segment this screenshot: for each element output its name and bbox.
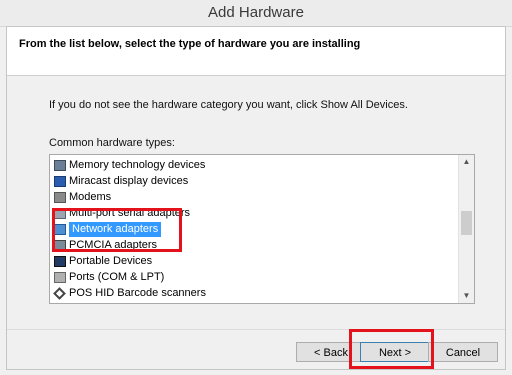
list-item[interactable]: POS HID Barcode scanners xyxy=(53,286,206,301)
ports-icon xyxy=(54,272,66,283)
list-item-selected[interactable]: Network adapters xyxy=(54,222,162,237)
barcode-scanner-icon xyxy=(53,287,66,300)
footer-divider xyxy=(7,329,505,330)
list-item[interactable]: Memory technology devices xyxy=(54,158,205,173)
list-item[interactable]: Multi-port serial adapters xyxy=(54,206,190,221)
header-instruction: From the list below, select the type of … xyxy=(19,38,361,50)
show-all-hint: If you do not see the hardware category … xyxy=(49,99,408,111)
wizard-dialog: From the list below, select the type of … xyxy=(6,26,506,370)
list-item[interactable]: Portable Devices xyxy=(54,254,152,269)
scroll-thumb[interactable] xyxy=(461,211,472,235)
window-title: Add Hardware xyxy=(0,0,512,27)
list-item[interactable]: Ports (COM & LPT) xyxy=(54,270,164,285)
list-item[interactable]: Miracast display devices xyxy=(54,174,188,189)
wizard-header: From the list below, select the type of … xyxy=(7,27,505,76)
back-button[interactable]: < Back xyxy=(296,342,366,362)
list-item[interactable]: Modems xyxy=(54,190,111,205)
network-adapter-icon xyxy=(54,224,66,235)
memory-icon xyxy=(54,160,66,171)
modem-icon xyxy=(54,192,66,203)
list-scrollbar[interactable]: ▲ ▼ xyxy=(458,155,474,303)
serial-adapter-icon xyxy=(54,208,66,219)
portable-device-icon xyxy=(54,256,66,267)
display-icon xyxy=(54,176,66,187)
next-button[interactable]: Next > xyxy=(360,342,430,362)
hardware-types-list[interactable]: Memory technology devices Miracast displ… xyxy=(49,154,475,304)
cancel-button[interactable]: Cancel xyxy=(428,342,498,362)
pcmcia-icon xyxy=(54,240,66,251)
list-item[interactable]: PCMCIA adapters xyxy=(54,238,157,253)
scroll-down-icon[interactable]: ▼ xyxy=(459,289,474,303)
hardware-types-label: Common hardware types: xyxy=(49,137,175,149)
scroll-up-icon[interactable]: ▲ xyxy=(459,155,474,169)
